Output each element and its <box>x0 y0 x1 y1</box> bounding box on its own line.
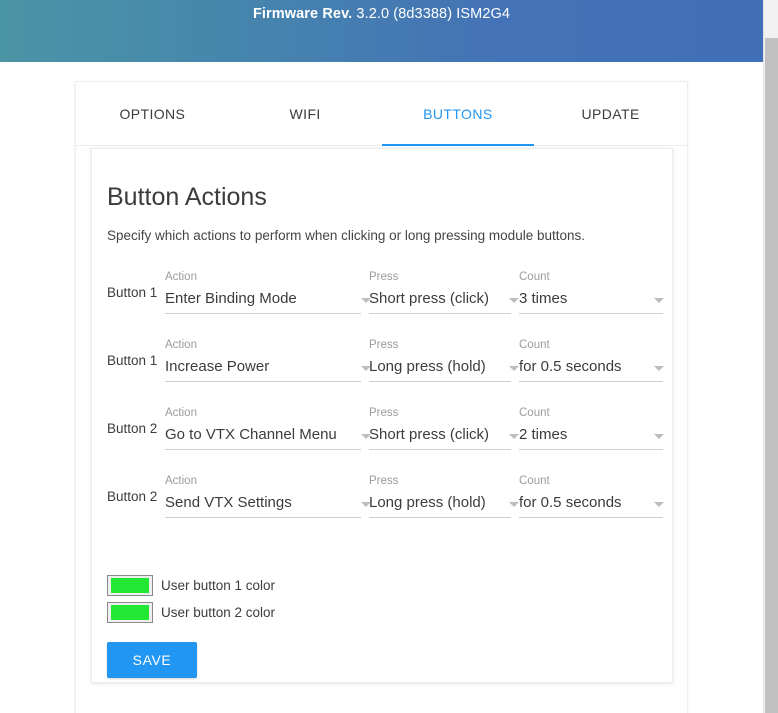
action-select-3[interactable]: Action Go to VTX Channel Menu <box>165 398 371 458</box>
action-select-value: Send VTX Settings <box>165 494 292 511</box>
press-field-label: Press <box>369 339 399 351</box>
color-swatch-fill <box>111 578 149 593</box>
press-select-value: Long press (hold) <box>369 358 486 375</box>
field-underline <box>519 381 663 382</box>
field-underline <box>165 449 361 450</box>
field-underline <box>165 381 361 382</box>
action-select-1[interactable]: Action Enter Binding Mode <box>165 262 371 322</box>
button-actions-panel: Button Actions Specify which actions to … <box>91 148 673 683</box>
user-button-1-color-input[interactable] <box>107 575 153 596</box>
tab-wifi[interactable]: WIFI <box>229 82 382 146</box>
chevron-down-icon <box>509 366 519 371</box>
action-select-value: Increase Power <box>165 358 270 375</box>
count-field-label: Count <box>519 407 550 419</box>
action-select-value: Go to VTX Channel Menu <box>165 426 337 443</box>
scrollbar-thumb[interactable] <box>765 38 778 713</box>
user-button-2-color-label: User button 2 color <box>161 604 276 620</box>
button-action-rows: Button 1 Action Enter Binding Mode Press… <box>107 262 664 534</box>
count-select-value: for 0.5 seconds <box>519 358 622 375</box>
count-select-1[interactable]: Count 3 times <box>519 262 671 322</box>
count-field-label: Count <box>519 339 550 351</box>
chevron-down-icon <box>654 434 664 439</box>
field-underline <box>519 517 663 518</box>
chevron-down-icon <box>509 434 519 439</box>
field-underline <box>519 449 663 450</box>
press-select-value: Long press (hold) <box>369 494 486 511</box>
field-underline <box>369 313 511 314</box>
row-button-label: Button 1 <box>107 353 158 368</box>
count-select-2[interactable]: Count for 0.5 seconds <box>519 330 671 390</box>
press-field-label: Press <box>369 407 399 419</box>
field-underline <box>165 313 361 314</box>
chevron-down-icon <box>654 366 664 371</box>
page-description: Specify which actions to perform when cl… <box>107 228 585 243</box>
press-select-value: Short press (click) <box>369 290 490 307</box>
field-underline <box>165 517 361 518</box>
action-field-label: Action <box>165 271 197 283</box>
firmware-revision-label: Firmware Rev. <box>252 6 353 22</box>
table-row: Button 1 Action Increase Power Press Lon… <box>107 330 664 398</box>
firmware-revision-value: 3.2.0 (8d3388) ISM2G4 <box>352 6 511 22</box>
count-select-value: 2 times <box>519 426 568 443</box>
settings-card: OPTIONS WIFI BUTTONS UPDATE Button Actio… <box>75 81 688 713</box>
field-underline <box>519 313 663 314</box>
save-button[interactable]: SAVE <box>107 642 197 678</box>
count-select-3[interactable]: Count 2 times <box>519 398 671 458</box>
tab-bar: OPTIONS WIFI BUTTONS UPDATE <box>76 82 687 146</box>
table-row: Button 2 Action Send VTX Settings Press … <box>107 466 664 534</box>
table-row: Button 1 Action Enter Binding Mode Press… <box>107 262 664 330</box>
press-field-label: Press <box>369 271 399 283</box>
color-row-1: User button 1 color <box>107 572 657 599</box>
user-button-1-color-label: User button 1 color <box>161 577 276 593</box>
press-select-4[interactable]: Press Long press (hold) <box>369 466 519 526</box>
action-select-2[interactable]: Action Increase Power <box>165 330 371 390</box>
field-underline <box>369 449 511 450</box>
press-select-1[interactable]: Press Short press (click) <box>369 262 519 322</box>
count-select-4[interactable]: Count for 0.5 seconds <box>519 466 671 526</box>
app-header: Firmware Rev. 3.2.0 (8d3388) ISM2G4 <box>0 0 763 62</box>
chevron-down-icon <box>509 298 519 303</box>
action-select-4[interactable]: Action Send VTX Settings <box>165 466 371 526</box>
press-select-3[interactable]: Press Short press (click) <box>369 398 519 458</box>
color-row-2: User button 2 color <box>107 599 657 626</box>
count-select-value: 3 times <box>519 290 568 307</box>
color-pickers: User button 1 color User button 2 color <box>107 572 657 626</box>
tab-buttons[interactable]: BUTTONS <box>381 82 535 146</box>
user-button-2-color-input[interactable] <box>107 602 153 623</box>
chevron-down-icon <box>654 298 664 303</box>
action-field-label: Action <box>165 407 197 419</box>
count-field-label: Count <box>519 475 550 487</box>
count-select-value: for 0.5 seconds <box>519 494 622 511</box>
press-select-2[interactable]: Press Long press (hold) <box>369 330 519 390</box>
row-button-label: Button 1 <box>107 285 158 300</box>
page-scroll-container: Firmware Rev. 3.2.0 (8d3388) ISM2G4 OPTI… <box>0 0 763 713</box>
count-field-label: Count <box>519 271 550 283</box>
table-row: Button 2 Action Go to VTX Channel Menu P… <box>107 398 664 466</box>
chevron-down-icon <box>509 502 519 507</box>
vertical-scrollbar[interactable] <box>763 0 778 713</box>
field-underline <box>369 381 511 382</box>
press-field-label: Press <box>369 475 399 487</box>
chevron-down-icon <box>654 502 664 507</box>
action-field-label: Action <box>165 339 197 351</box>
tab-update[interactable]: UPDATE <box>534 82 687 146</box>
tab-options[interactable]: OPTIONS <box>76 82 229 146</box>
field-underline <box>369 517 511 518</box>
firmware-revision-title: Firmware Rev. 3.2.0 (8d3388) ISM2G4 <box>253 5 510 23</box>
press-select-value: Short press (click) <box>369 426 490 443</box>
page-title: Button Actions <box>107 183 267 211</box>
row-button-label: Button 2 <box>107 489 158 504</box>
row-button-label: Button 2 <box>107 421 158 436</box>
color-swatch-fill <box>111 605 149 620</box>
action-select-value: Enter Binding Mode <box>165 290 297 307</box>
action-field-label: Action <box>165 475 197 487</box>
